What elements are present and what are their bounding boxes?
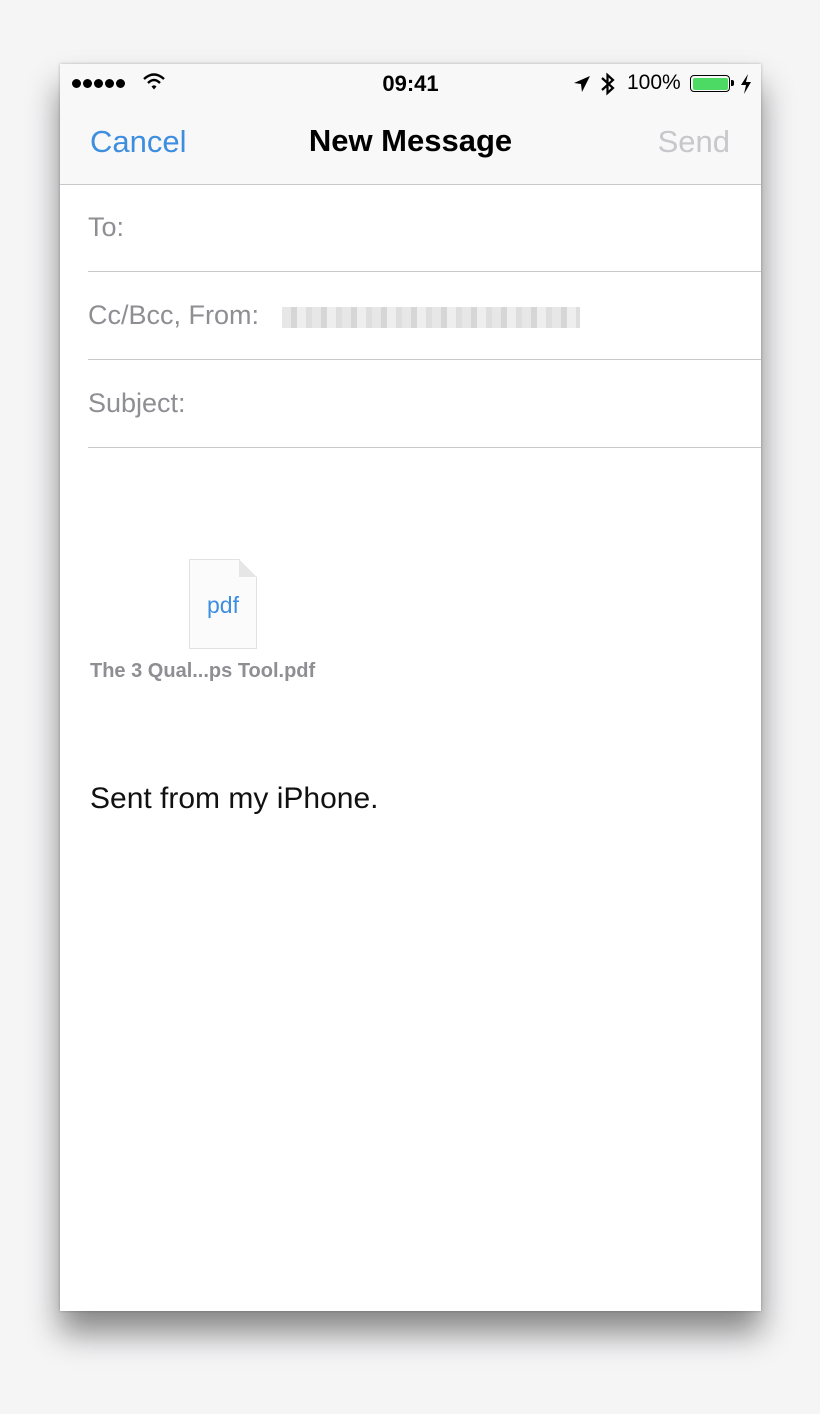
subject-field[interactable]: Subject: [88, 361, 761, 448]
cc-bcc-from-label: Cc/Bcc, From: [88, 300, 260, 330]
file-type-label: pdf [207, 592, 239, 618]
bluetooth-icon [601, 72, 615, 96]
sender-address-redacted [282, 307, 580, 328]
navigation-bar: Cancel New Message Send [60, 104, 761, 185]
page-title: New Message [308, 123, 513, 158]
mail-compose-screen: 09:41 100% Cancel New Message Send To: C… [60, 64, 761, 1311]
message-body-signature[interactable]: Sent from my iPhone. [90, 782, 378, 816]
location-arrow-icon [574, 76, 590, 92]
cc-bcc-from-field[interactable]: Cc/Bcc, From: [88, 273, 761, 360]
to-label: To: [88, 212, 125, 242]
status-bar: 09:41 100% [60, 64, 761, 104]
to-field[interactable]: To: [88, 185, 761, 272]
subject-label: Subject: [88, 388, 186, 418]
send-button[interactable]: Send [658, 124, 730, 160]
battery-percentage: 100% [627, 71, 681, 94]
attachment-file-name: The 3 Qual...ps Tool.pdf [90, 660, 316, 682]
battery-icon [690, 75, 734, 92]
charging-bolt-icon [741, 74, 751, 94]
page-fold-icon [239, 559, 257, 577]
